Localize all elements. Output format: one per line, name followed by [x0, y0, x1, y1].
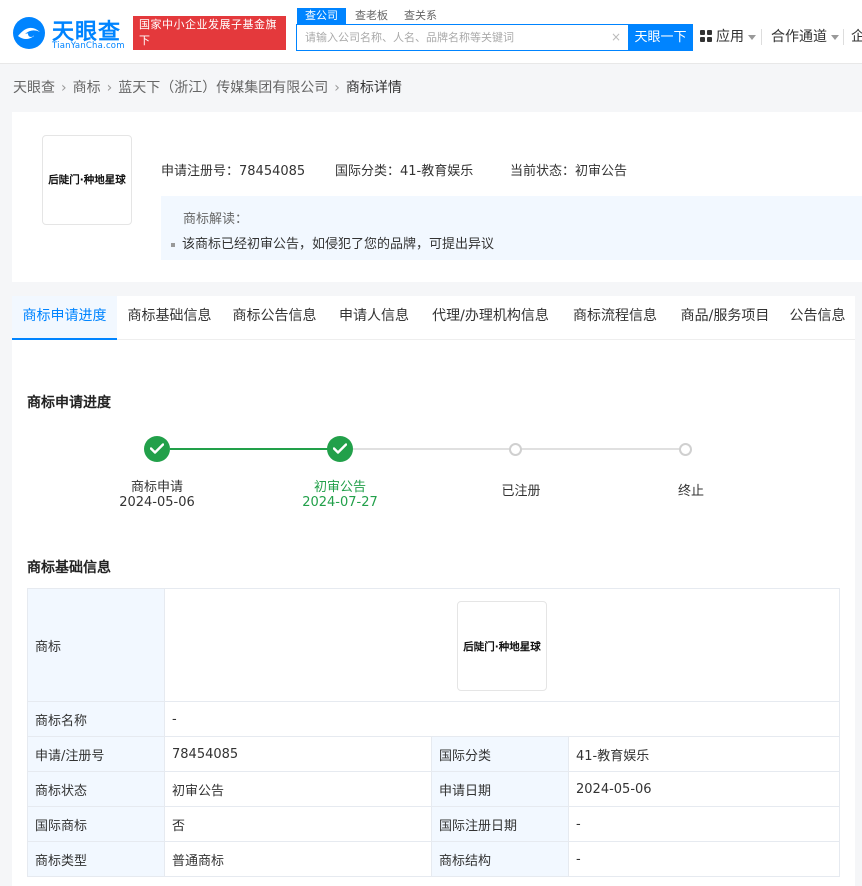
table-key: 国际分类	[431, 736, 569, 772]
table-key: 国际注册日期	[431, 806, 569, 842]
search-box: × 天眼一下	[296, 24, 693, 51]
table-key: 申请/注册号	[27, 736, 165, 772]
tab-notice-info[interactable]: 公告信息	[780, 296, 855, 340]
table-key: 商标状态	[27, 771, 165, 807]
official-badge[interactable]: 国家中小企业发展子基金旗下 官方备案企业征信机构	[133, 16, 286, 63]
tab-announcement-info[interactable]: 商标公告信息	[222, 296, 327, 340]
tab-agency-info[interactable]: 代理/办理机构信息	[421, 296, 560, 340]
table-key: 商标类型	[27, 841, 165, 877]
progress-step-label: 商标申请	[130, 480, 183, 495]
chevron-right-icon: ›	[334, 80, 340, 96]
partner-label: 合作通道	[771, 29, 827, 45]
table-value: 2024-05-06	[568, 771, 840, 807]
table-key: 商标结构	[431, 841, 569, 877]
table-key: 商标	[27, 588, 165, 702]
clear-icon[interactable]: ×	[609, 30, 623, 44]
progress-step-date: 2024-07-27	[302, 495, 378, 510]
apps-label: 应用	[716, 29, 744, 45]
breadcrumb: 天眼查 › 商标 › 蓝天下（浙江）传媒集团有限公司 › 商标详情	[13, 79, 402, 97]
basic-info-section-title: 商标基础信息	[27, 560, 111, 576]
table-value: -	[164, 701, 840, 737]
table-row: 申请/注册号 78454085 国际分类 41-教育娱乐	[27, 736, 840, 772]
tab-applicant-info[interactable]: 申请人信息	[327, 296, 421, 340]
chevron-down-icon	[831, 34, 839, 40]
detail-tabs: 商标申请进度 商标基础信息 商标公告信息 申请人信息 代理/办理机构信息 商标流…	[12, 296, 855, 340]
trademark-detail-card: 商标申请进度 商标基础信息 商标公告信息 申请人信息 代理/办理机构信息 商标流…	[12, 296, 855, 886]
breadcrumb-company[interactable]: 蓝天下（浙江）传媒集团有限公司	[118, 80, 328, 96]
progress-step-pending-icon	[679, 443, 692, 456]
partner-menu[interactable]: 合作通道	[771, 27, 839, 47]
search-button[interactable]: 天眼一下	[628, 24, 693, 51]
enterprise-menu[interactable]: 企	[851, 27, 862, 47]
search-tab-company[interactable]: 查公司	[297, 8, 346, 24]
table-row: 商标 后陡门·种地星球	[27, 588, 840, 702]
interpretation-title: 商标解读：	[183, 212, 249, 227]
summary-reg-number: 申请注册号：78454085	[161, 164, 306, 179]
table-row: 国际商标 否 国际注册日期 -	[27, 806, 840, 842]
search-tab-relation[interactable]: 查关系	[404, 8, 437, 24]
badge-line-2: 官方备案企业征信机构	[139, 50, 254, 63]
tab-application-progress[interactable]: 商标申请进度	[12, 296, 117, 340]
progress-step-pending-icon	[509, 443, 522, 456]
progress-step-label: 终止	[677, 484, 704, 499]
site-logo[interactable]: 天眼查 TianYanCha.com	[12, 12, 130, 52]
progress-step-done-icon	[327, 436, 353, 462]
summary-status: 当前状态：初审公告	[510, 164, 628, 179]
enterprise-label: 企	[851, 29, 862, 45]
table-value: -	[568, 841, 840, 877]
trademark-interpretation: 商标解读： 该商标已经初审公告，如侵犯了您的品牌，可提出异议	[161, 196, 862, 260]
trademark-image-text: 后陡门·种地星球	[48, 174, 126, 186]
table-value: 否	[164, 806, 432, 842]
apps-menu[interactable]: 应用	[700, 27, 756, 47]
table-key: 商标名称	[27, 701, 165, 737]
tab-goods-services[interactable]: 商品/服务项目	[670, 296, 780, 340]
breadcrumb-current: 商标详情	[345, 80, 402, 96]
badge-line-1: 国家中小企业发展子基金旗下	[139, 18, 277, 47]
table-row: 商标状态 初审公告 申请日期 2024-05-06	[27, 771, 840, 807]
tianyancha-logo-icon	[13, 17, 45, 49]
breadcrumb-home[interactable]: 天眼查	[13, 80, 55, 96]
search-tab-boss[interactable]: 查老板	[355, 8, 388, 24]
nav-divider	[843, 29, 844, 45]
summary-intl-class: 国际分类：41-教育娱乐	[335, 164, 474, 179]
table-value: 78454085	[164, 736, 432, 772]
trademark-image-text: 后陡门·种地星球	[463, 640, 541, 653]
table-value: 41-教育娱乐	[568, 736, 840, 772]
progress-section-title: 商标申请进度	[27, 395, 111, 411]
table-value: 初审公告	[164, 771, 432, 807]
table-value: 普通商标	[164, 841, 432, 877]
trademark-image[interactable]: 后陡门·种地星球	[42, 135, 132, 225]
tab-basic-info[interactable]: 商标基础信息	[117, 296, 222, 340]
progress-step-date: 2024-05-06	[119, 495, 195, 510]
nav-divider	[761, 29, 762, 45]
table-value: -	[568, 806, 840, 842]
chevron-down-icon	[748, 34, 756, 40]
table-key: 申请日期	[431, 771, 569, 807]
trademark-image[interactable]: 后陡门·种地星球	[457, 600, 547, 691]
search-input[interactable]	[297, 25, 609, 50]
chevron-right-icon: ›	[106, 80, 113, 96]
apps-grid-icon	[700, 30, 713, 43]
progress-step-label: 已注册	[501, 484, 541, 499]
trademark-summary-card: 后陡门·种地星球 申请注册号：78454085 国际分类：41-教育娱乐 当前状…	[12, 112, 862, 282]
table-row: 商标名称 -	[27, 701, 840, 737]
progress-step-done-icon	[144, 436, 170, 462]
breadcrumb-trademark[interactable]: 商标	[73, 80, 101, 96]
application-progress: 商标申请 2024-05-06 初审公告 2024-07-27 已注册 终止	[12, 434, 855, 524]
table-key: 国际商标	[27, 806, 165, 842]
basic-info-table: 商标 后陡门·种地星球 商标名称 - 申请/注册号 78454085 国际分类 …	[27, 588, 840, 877]
table-row: 商标类型 普通商标 商标结构 -	[27, 841, 840, 877]
interpretation-text: 该商标已经初审公告，如侵犯了您的品牌，可提出异议	[171, 233, 494, 252]
chevron-right-icon: ›	[61, 80, 67, 96]
progress-step-label: 初审公告	[313, 480, 366, 495]
bullet-icon	[171, 242, 175, 247]
logo-subtitle: TianYanCha.com	[52, 41, 125, 51]
progress-line-done	[170, 448, 340, 450]
table-value: 后陡门·种地星球	[164, 588, 840, 702]
tab-process-info[interactable]: 商标流程信息	[560, 296, 670, 340]
top-header: 天眼查 TianYanCha.com 国家中小企业发展子基金旗下 官方备案企业征…	[0, 0, 862, 64]
